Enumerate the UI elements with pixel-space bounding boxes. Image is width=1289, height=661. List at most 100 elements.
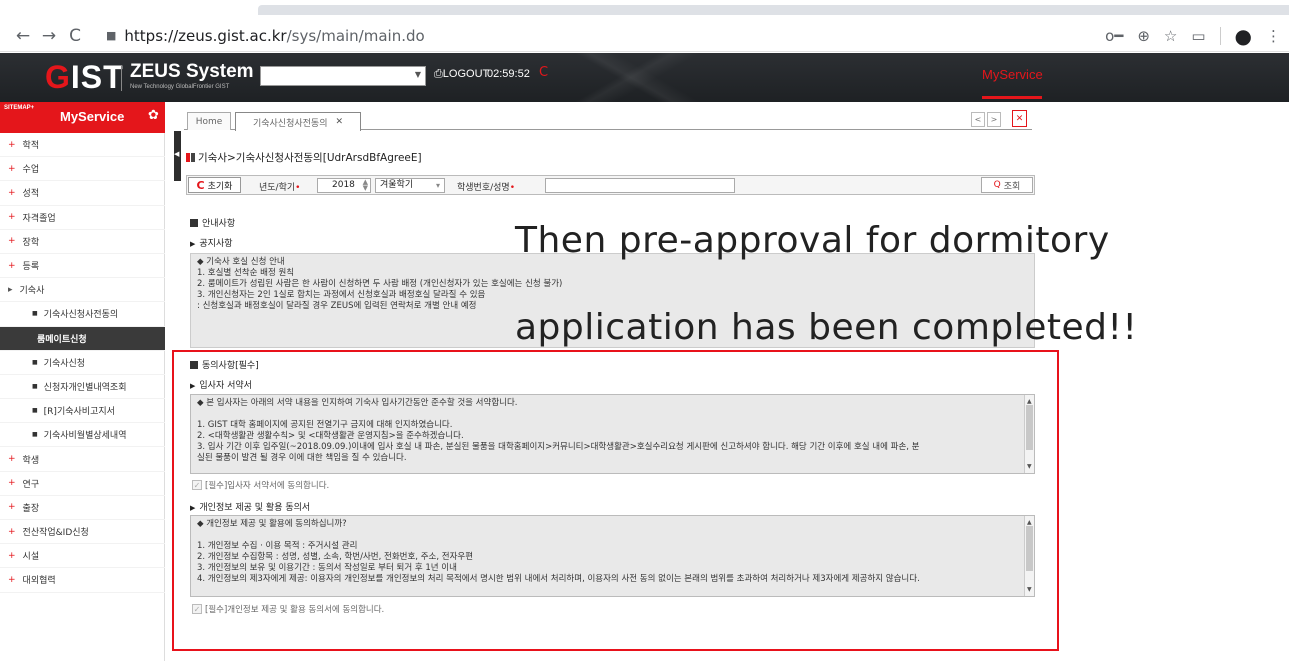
- sidebar-subitem-pre-agreement[interactable]: ■ 기숙사신청사전동의: [0, 302, 165, 327]
- content-tabbar: Home 기숙사신청사전동의 ✕ < > ✕: [184, 108, 1032, 131]
- sidebar-header: SITEMAP+ MyService ✿: [0, 102, 165, 133]
- user-role-select[interactable]: ▼: [260, 66, 426, 86]
- sidebar-item-classes[interactable]: + 수업: [0, 157, 165, 182]
- overlay-caption-line1: Then pre-approval for dormitory: [515, 220, 1110, 261]
- bullet-icon: ■: [32, 431, 38, 439]
- section-marker-icon: [190, 219, 198, 227]
- tab-dorm-pre-agreement[interactable]: 기숙사신청사전동의 ✕: [235, 112, 361, 131]
- logo-divider: [121, 65, 122, 91]
- menu-icon[interactable]: ⋮: [1266, 27, 1281, 45]
- sidebar-item-facilities[interactable]: + 시설: [0, 544, 165, 569]
- close-icon[interactable]: ✕: [335, 117, 343, 127]
- tab-home[interactable]: Home: [187, 112, 231, 130]
- sidebar-menu: + 학적 + 수업 + 성적 + 자격졸업 + 장학 + 등록 ▸ 기숙사 ■ 기숙사신청사전동…: [0, 133, 165, 593]
- sidebar-item-research[interactable]: + 연구: [0, 472, 165, 496]
- session-refresh-icon[interactable]: C: [539, 65, 548, 80]
- plus-icon: +: [8, 550, 16, 561]
- sidebar-item-it-request[interactable]: + 전산작업&ID신청: [0, 520, 165, 545]
- key-icon[interactable]: o━: [1105, 27, 1123, 45]
- term-select[interactable]: 겨울학기 ▾: [375, 178, 445, 193]
- sidebar-item-label: 기숙사비월별상세내역: [43, 431, 127, 442]
- search-button[interactable]: Q 조회: [981, 177, 1033, 193]
- spinner-icon[interactable]: ▲ ▼: [363, 179, 368, 192]
- gist-logo[interactable]: GIST: [45, 59, 124, 96]
- sidebar-item-label: 기숙사신청: [43, 358, 86, 369]
- sidebar-subitem-dorm-apply[interactable]: ■ 기숙사신청: [0, 351, 165, 375]
- plus-icon: +: [8, 502, 16, 513]
- bullet-icon: ■: [32, 310, 38, 318]
- zoom-icon[interactable]: ⊕: [1137, 27, 1150, 45]
- sidebar-item-label: 출장: [22, 503, 40, 514]
- notice-subheading: ▶ 공지사항: [190, 239, 233, 249]
- search-toolbar: C 초기화 년도/학기• 2018 ▲ ▼ 겨울학기 ▾ 학생번호/성명• Q 조회: [186, 175, 1035, 195]
- browser-actions: o━ ⊕ ☆ ▭ ● ⋮: [1105, 20, 1281, 52]
- sidebar-item-label: [R]기숙사비고지서: [43, 407, 115, 418]
- sitemap-link[interactable]: SITEMAP+: [4, 105, 34, 111]
- sidebar-subitem-applicant-history[interactable]: ■ 신청자개인별내역조회: [0, 375, 165, 400]
- sidebar-item-label: 대외협력: [22, 576, 56, 587]
- plus-icon: +: [8, 139, 16, 150]
- sidebar-subitem-monthly-detail[interactable]: ■ 기숙사비월별상세내역: [0, 423, 165, 448]
- notice-line: 3. 개인신청자는 2인 1실로 합치는 과정에서 신청호실과 배정호실 달라질…: [197, 290, 486, 300]
- tab-next-button[interactable]: >: [987, 112, 1001, 127]
- account-icon[interactable]: ●: [1235, 24, 1252, 48]
- logout-button[interactable]: ⎙LOGOUT: [434, 68, 489, 81]
- gear-icon[interactable]: ✿: [148, 108, 159, 123]
- year-term-label: 년도/학기•: [259, 183, 301, 193]
- sidebar-item-label: 기숙사신청사전동의: [43, 310, 119, 321]
- sidebar-item-business-trip[interactable]: + 출장: [0, 496, 165, 520]
- sidebar-item-student[interactable]: + 학생: [0, 447, 165, 472]
- browser-tabstrip: [258, 5, 1289, 15]
- sidebar-item-scholarship[interactable]: + 장학: [0, 230, 165, 254]
- reset-button[interactable]: C 초기화: [188, 177, 241, 193]
- chevron-down-icon: ▾: [435, 181, 440, 190]
- tab-label: 기숙사신청사전동의: [252, 118, 328, 129]
- reload-icon[interactable]: C: [62, 23, 88, 49]
- close-all-tabs-button[interactable]: ✕: [1012, 110, 1027, 127]
- sidebar-item-grades[interactable]: + 성적: [0, 181, 165, 206]
- plus-icon: +: [8, 260, 16, 271]
- sidebar-item-registration[interactable]: + 등록: [0, 254, 165, 279]
- notice-line: 1. 호실별 선착순 배정 원칙: [197, 268, 295, 278]
- sidebar-item-graduation[interactable]: + 자격졸업: [0, 206, 165, 230]
- sidebar: SITEMAP+ MyService ✿ + 학적 + 수업 + 성적 + 자격졸업 +…: [0, 102, 165, 661]
- back-arrow-icon[interactable]: ←: [10, 23, 36, 49]
- url-path: /sys/main/main.do: [286, 26, 425, 45]
- bullet-icon: ■: [32, 407, 38, 415]
- sidebar-item-label: 학적: [22, 141, 40, 152]
- sidebar-collapse-handle[interactable]: ◀: [174, 131, 181, 181]
- student-field[interactable]: [545, 178, 735, 193]
- system-name: ZEUS System: [130, 61, 254, 82]
- bullet-icon: ■: [32, 358, 38, 366]
- reset-icon: C: [196, 178, 205, 192]
- bullet-icon: ■: [32, 382, 38, 390]
- plus-icon: +: [8, 163, 16, 174]
- cast-icon[interactable]: ▭: [1191, 27, 1205, 45]
- student-label: 학생번호/성명•: [457, 183, 516, 193]
- lock-icon: ■: [106, 29, 117, 42]
- notice-line: 2. 룸메이트가 성립된 사람은 한 사람이 신청하면 두 사람 배정 (개인신…: [197, 279, 563, 289]
- sidebar-item-dormitory[interactable]: ▸ 기숙사: [0, 278, 165, 303]
- sidebar-item-label: 룸메이트신청: [37, 334, 87, 345]
- highlight-frame: [172, 350, 1059, 651]
- browser-toolbar: ← → C ■ https://zeus.gist.ac.kr/sys/main…: [0, 20, 1289, 52]
- nav-myservice[interactable]: MyService: [982, 67, 1043, 82]
- forward-arrow-icon[interactable]: →: [36, 23, 62, 49]
- plus-icon: +: [8, 574, 16, 585]
- year-stepper[interactable]: 2018 ▲ ▼: [317, 178, 371, 193]
- plus-icon: +: [8, 187, 16, 198]
- sidebar-item-label: 연구: [22, 479, 40, 490]
- sidebar-item-academic[interactable]: + 학적: [0, 133, 165, 158]
- address-bar[interactable]: https://zeus.gist.ac.kr/sys/main/main.do: [124, 27, 424, 45]
- chevron-down-icon: ▼: [414, 70, 421, 79]
- sidebar-item-external-affairs[interactable]: + 대외협력: [0, 568, 165, 593]
- sidebar-item-label: 자격졸업: [22, 213, 56, 224]
- app-header: GIST ZEUS System New Technology GlobalFr…: [0, 53, 1289, 102]
- sidebar-item-label: 전산작업&ID신청: [22, 528, 89, 539]
- sidebar-subitem-roommate[interactable]: 룸메이트신청: [0, 326, 165, 351]
- tab-prev-button[interactable]: <: [971, 112, 985, 127]
- nav-active-indicator: [982, 96, 1042, 99]
- sidebar-item-label: 학생: [22, 455, 40, 466]
- sidebar-subitem-dorm-invoice[interactable]: ■ [R]기숙사비고지서: [0, 399, 165, 424]
- star-icon[interactable]: ☆: [1164, 27, 1177, 45]
